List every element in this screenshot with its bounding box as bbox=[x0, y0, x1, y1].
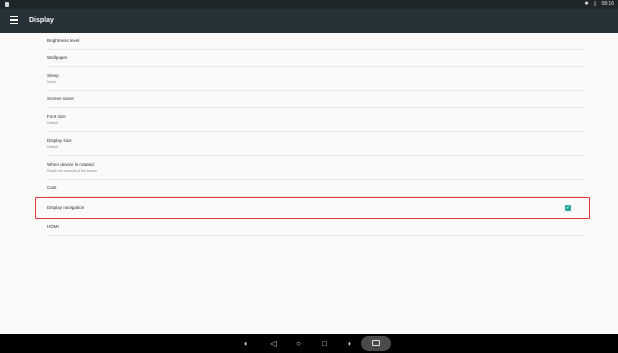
screen: ✱ ▯ 08:16 Display Brightness level Wallp… bbox=[0, 0, 618, 353]
page-title: Display bbox=[29, 17, 54, 24]
setting-title: When device is rotated bbox=[47, 162, 94, 167]
setting-summary: Default bbox=[47, 145, 58, 149]
setting-wallpaper[interactable]: Wallpaper bbox=[47, 50, 585, 67]
setting-when-rotated[interactable]: When device is rotated Rotate the conten… bbox=[47, 156, 585, 180]
volume-down-icon[interactable]: ◖ bbox=[241, 339, 250, 348]
screenshot-button[interactable] bbox=[361, 336, 391, 351]
setting-title: Sleep bbox=[47, 73, 59, 78]
screenshot-icon bbox=[372, 340, 380, 346]
recents-icon[interactable]: □ bbox=[320, 339, 329, 348]
setting-title: Cast bbox=[47, 185, 57, 190]
setting-display-size[interactable]: Display size Default bbox=[47, 132, 585, 156]
setting-brightness-level[interactable]: Brightness level bbox=[47, 33, 585, 50]
signal-icon: ▯ bbox=[593, 1, 597, 7]
setting-title: Display size bbox=[47, 138, 72, 143]
notification-icon bbox=[5, 2, 9, 7]
setting-summary: Default bbox=[47, 121, 58, 125]
setting-title: Wallpaper bbox=[47, 55, 68, 60]
setting-summary: Rotate the contents of the screen bbox=[47, 169, 97, 173]
setting-hdmi[interactable]: HDMI bbox=[47, 219, 585, 236]
setting-cast[interactable]: Cast bbox=[47, 180, 585, 197]
setting-sleep[interactable]: Sleep Never bbox=[47, 67, 585, 91]
setting-title: Screen saver bbox=[47, 96, 75, 101]
volume-up-icon[interactable]: ◗ bbox=[345, 339, 354, 348]
back-icon[interactable]: ◁ bbox=[269, 339, 278, 348]
status-time: 08:16 bbox=[601, 1, 614, 7]
setting-font-size[interactable]: Font size Default bbox=[47, 108, 585, 132]
setting-title: HDMI bbox=[47, 224, 59, 229]
app-bar: Display bbox=[0, 9, 618, 33]
status-indicators: ✱ ▯ 08:16 bbox=[585, 1, 614, 8]
setting-screen-saver[interactable]: Screen saver bbox=[47, 91, 585, 108]
setting-summary: Never bbox=[47, 80, 57, 84]
highlight-frame bbox=[35, 197, 590, 219]
status-bar: ✱ ▯ 08:16 bbox=[0, 0, 618, 9]
menu-icon[interactable] bbox=[10, 16, 18, 24]
navigation-bar: ◖ ◁ ○ □ ◗ bbox=[0, 334, 618, 353]
setting-title: Brightness level bbox=[47, 38, 80, 43]
setting-title: Font size bbox=[47, 114, 66, 119]
home-icon[interactable]: ○ bbox=[294, 339, 303, 348]
bluetooth-icon: ✱ bbox=[584, 1, 589, 7]
